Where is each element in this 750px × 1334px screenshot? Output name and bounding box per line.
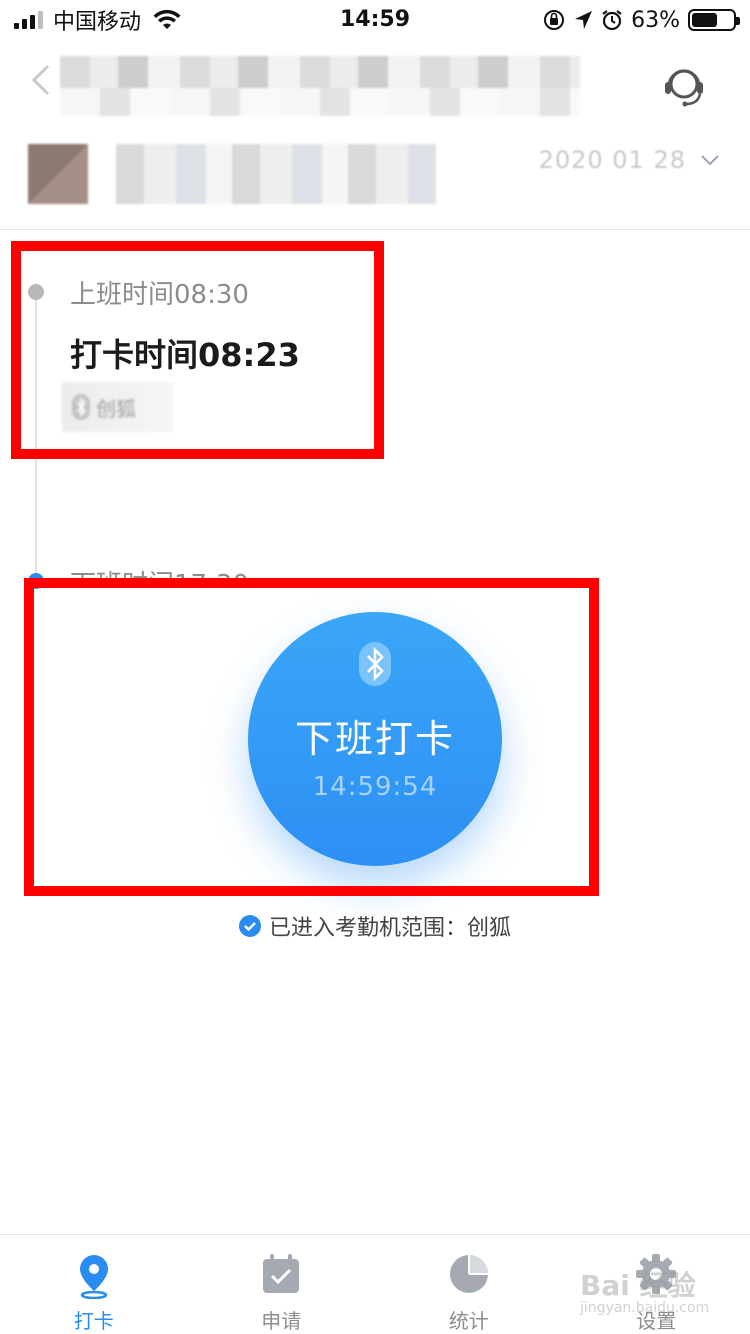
battery-nub	[736, 17, 740, 25]
avatar	[28, 144, 88, 204]
pie-chart-icon	[449, 1255, 488, 1293]
battery-fill	[692, 13, 718, 27]
calendar-check-icon	[263, 1254, 300, 1293]
chevron-down-icon	[701, 155, 719, 166]
watermark-subtext: jingyan.baidu.com	[580, 1300, 710, 1316]
back-icon[interactable]	[28, 62, 54, 98]
tab-label: 打卡	[73, 1309, 114, 1333]
check-circle-icon	[238, 915, 261, 937]
range-status: 已进入考勤机范围：创狐	[0, 910, 750, 942]
highlight-box-checkout	[24, 578, 599, 896]
tab-statistics[interactable]: 统计	[375, 1235, 563, 1334]
date-selector[interactable]: 2020 01 28	[539, 146, 720, 174]
battery-percent: 63%	[631, 7, 680, 33]
battery-icon	[688, 9, 740, 31]
user-name	[116, 144, 436, 204]
app-header: 2020 01 28	[0, 40, 750, 230]
tab-label: 申请	[261, 1309, 302, 1333]
page-title	[60, 58, 580, 118]
status-right: 63%	[543, 6, 740, 34]
tab-label: 统计	[448, 1309, 489, 1333]
tab-checkin[interactable]: 打卡	[0, 1235, 188, 1334]
status-bar: 中国移动 14:59 63%	[0, 0, 750, 40]
range-status-text: 已进入考勤机范围：创狐	[268, 916, 511, 941]
tab-apply[interactable]: 申请	[188, 1235, 376, 1334]
baidu-watermark: Bai 经验 jingyan.baidu.com	[580, 1264, 710, 1324]
alarm-icon	[602, 10, 622, 31]
customer-service-icon[interactable]	[658, 60, 710, 112]
highlight-box-checkin	[11, 241, 384, 459]
date-text: 2020 01 28	[538, 146, 686, 174]
watermark-logo: Bai 经验	[580, 1269, 696, 1302]
rotation-lock-icon	[544, 10, 565, 30]
location-arrow-icon	[575, 11, 593, 29]
location-pin-icon	[79, 1255, 108, 1299]
